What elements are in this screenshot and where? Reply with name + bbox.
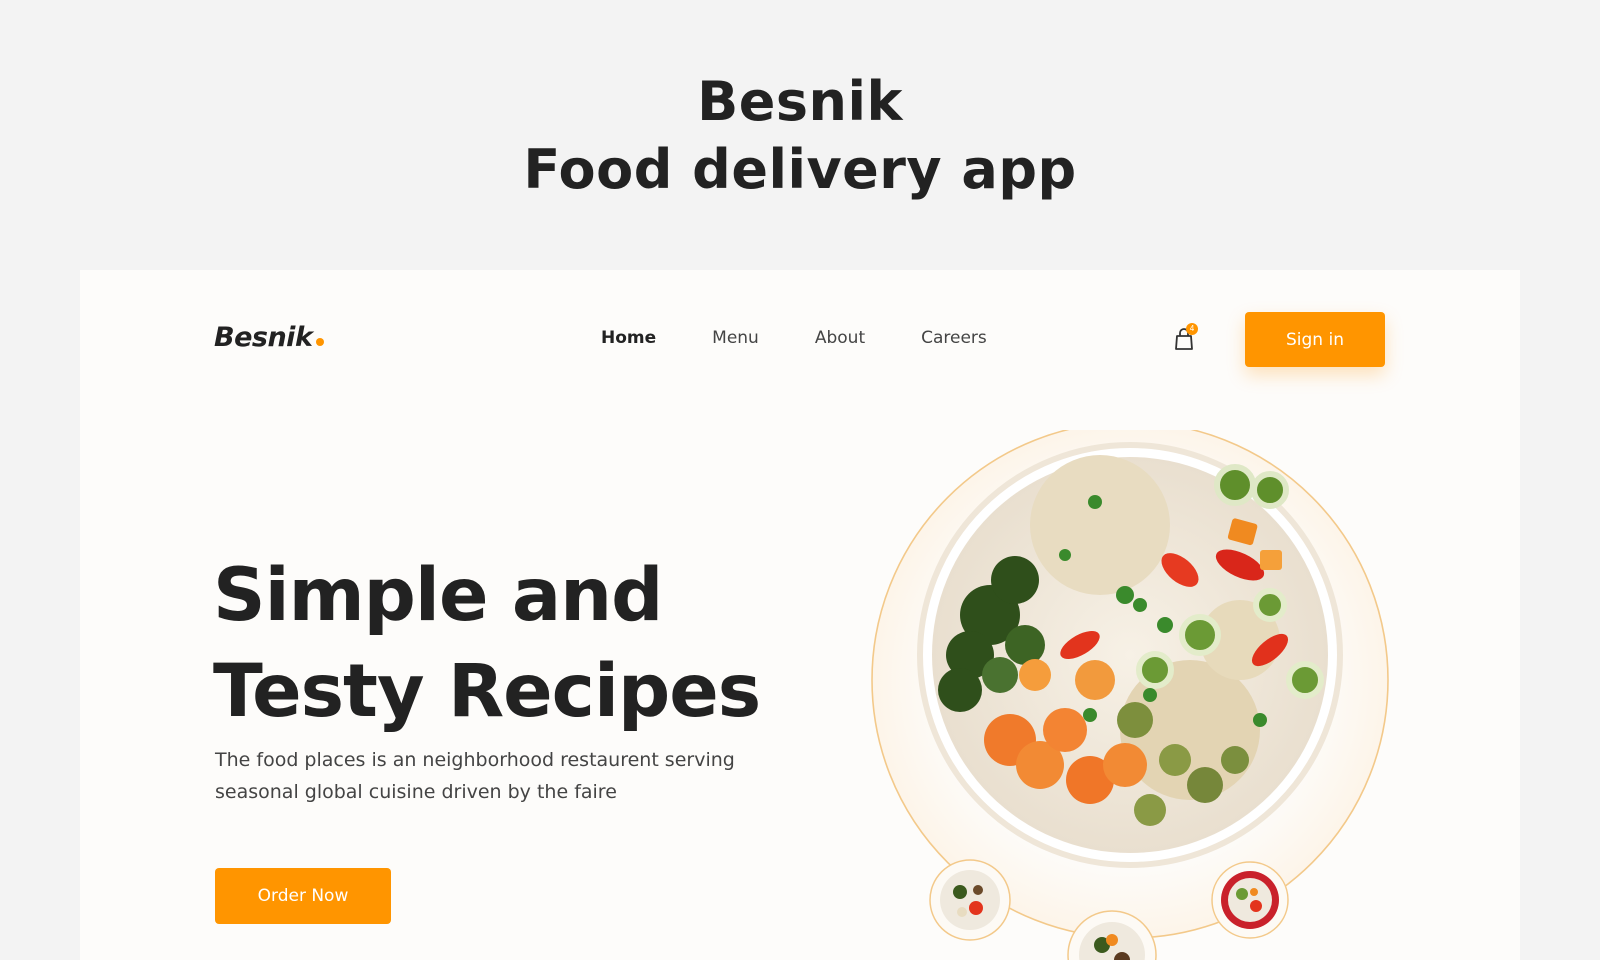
hero-title-line-2: Testy Recipes [213,649,761,734]
nav-item-about[interactable]: About [815,328,865,348]
nav-item-menu[interactable]: Menu [712,328,759,348]
logo[interactable]: Besnik [214,322,325,353]
logo-text: Besnik [214,322,313,353]
sign-in-button[interactable]: Sign in [1245,312,1385,367]
nav-item-careers[interactable]: Careers [921,328,987,348]
hero-title: Simple and Testy Recipes [213,548,761,740]
thumbnail-bowl-1 [929,859,1011,941]
website-frame: Besnik Home Menu About Careers 4 Sign in… [80,270,1520,960]
hero-description: The food places is an neighborhood resta… [215,749,735,803]
showcase-title-brand: Besnik [697,70,903,133]
order-now-button[interactable]: Order Now [215,868,391,924]
showcase-title: Besnik Food delivery app [0,68,1600,204]
logo-dot [316,338,325,346]
nav-item-home[interactable]: Home [601,328,656,348]
cart-badge: 4 [1186,323,1198,335]
cart-button[interactable]: 4 [1173,323,1199,351]
showcase-title-subtitle: Food delivery app [523,138,1077,201]
main-nav: Home Menu About Careers [601,328,987,348]
thumbnail-bowl-3 [1211,861,1289,939]
food-bowl-illustration [871,430,1389,960]
hero-title-line-1: Simple and [213,553,663,638]
